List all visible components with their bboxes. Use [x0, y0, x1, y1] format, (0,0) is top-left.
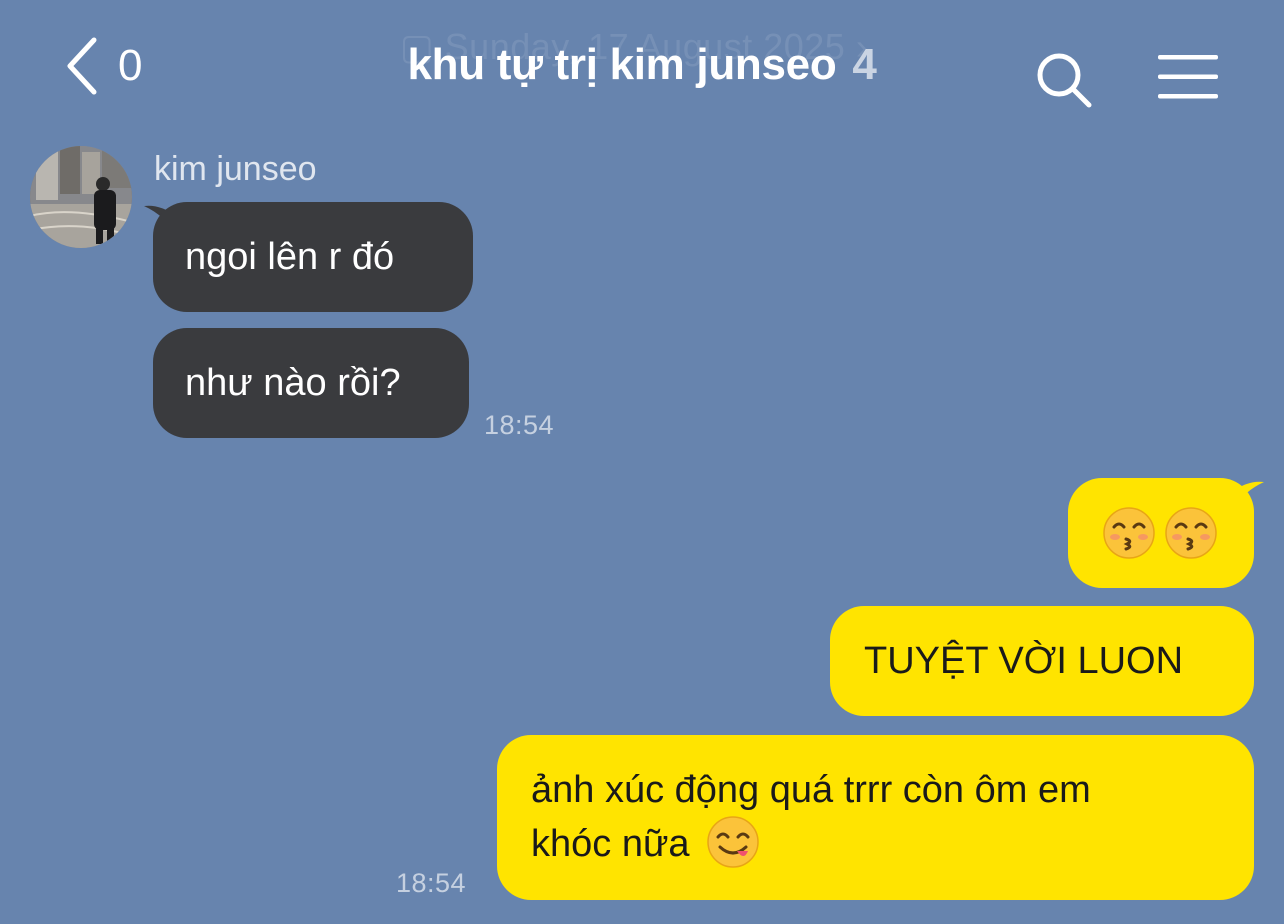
incoming-message[interactable]: như nào rồi? — [153, 328, 469, 438]
search-icon — [1037, 53, 1092, 108]
message-text: như nào rồi? — [185, 362, 401, 404]
outgoing-message[interactable] — [1068, 478, 1254, 588]
message-text: TUYỆT VỜI LUON — [864, 640, 1184, 682]
outgoing-message[interactable]: TUYỆT VỜI LUON — [830, 606, 1254, 716]
chat-title-text: khu tự trị kim junseo — [407, 40, 837, 89]
avatar[interactable] — [30, 146, 132, 248]
back-button[interactable]: 0 — [64, 34, 142, 98]
hamburger-menu-icon — [1158, 55, 1218, 99]
message-text-line-2-text: khóc nữa — [531, 823, 690, 865]
message-timestamp: 18:54 — [484, 410, 555, 440]
kissing-face-smiling-eyes-icon — [1165, 507, 1217, 559]
search-button[interactable] — [1034, 50, 1094, 110]
message-text-line-1: ảnh xúc động quá trrr còn ôm em — [531, 769, 1091, 811]
message-timestamp: 18:54 — [396, 868, 467, 898]
message-text-line-2: khóc nữa — [531, 816, 1226, 871]
sender-name: kim junseo — [154, 150, 317, 188]
chevron-left-icon — [67, 37, 97, 95]
chat-header: 0 khu tự trị kim junseo 4 — [0, 0, 1284, 140]
menu-button[interactable] — [1156, 54, 1220, 100]
message-text: ngoi lên r đó — [185, 236, 395, 278]
unread-count: 0 — [118, 41, 143, 90]
avatar-photo — [30, 146, 132, 248]
kissing-face-smiling-eyes-icon — [1103, 507, 1155, 559]
incoming-message[interactable]: ngoi lên r đó — [153, 202, 473, 312]
member-count: 4 — [852, 40, 877, 89]
face-savoring-food-icon — [707, 816, 759, 868]
outgoing-message[interactable]: ảnh xúc động quá trrr còn ôm em khóc nữa — [497, 735, 1254, 900]
chat-title[interactable]: khu tự trị kim junseo 4 — [300, 40, 984, 90]
